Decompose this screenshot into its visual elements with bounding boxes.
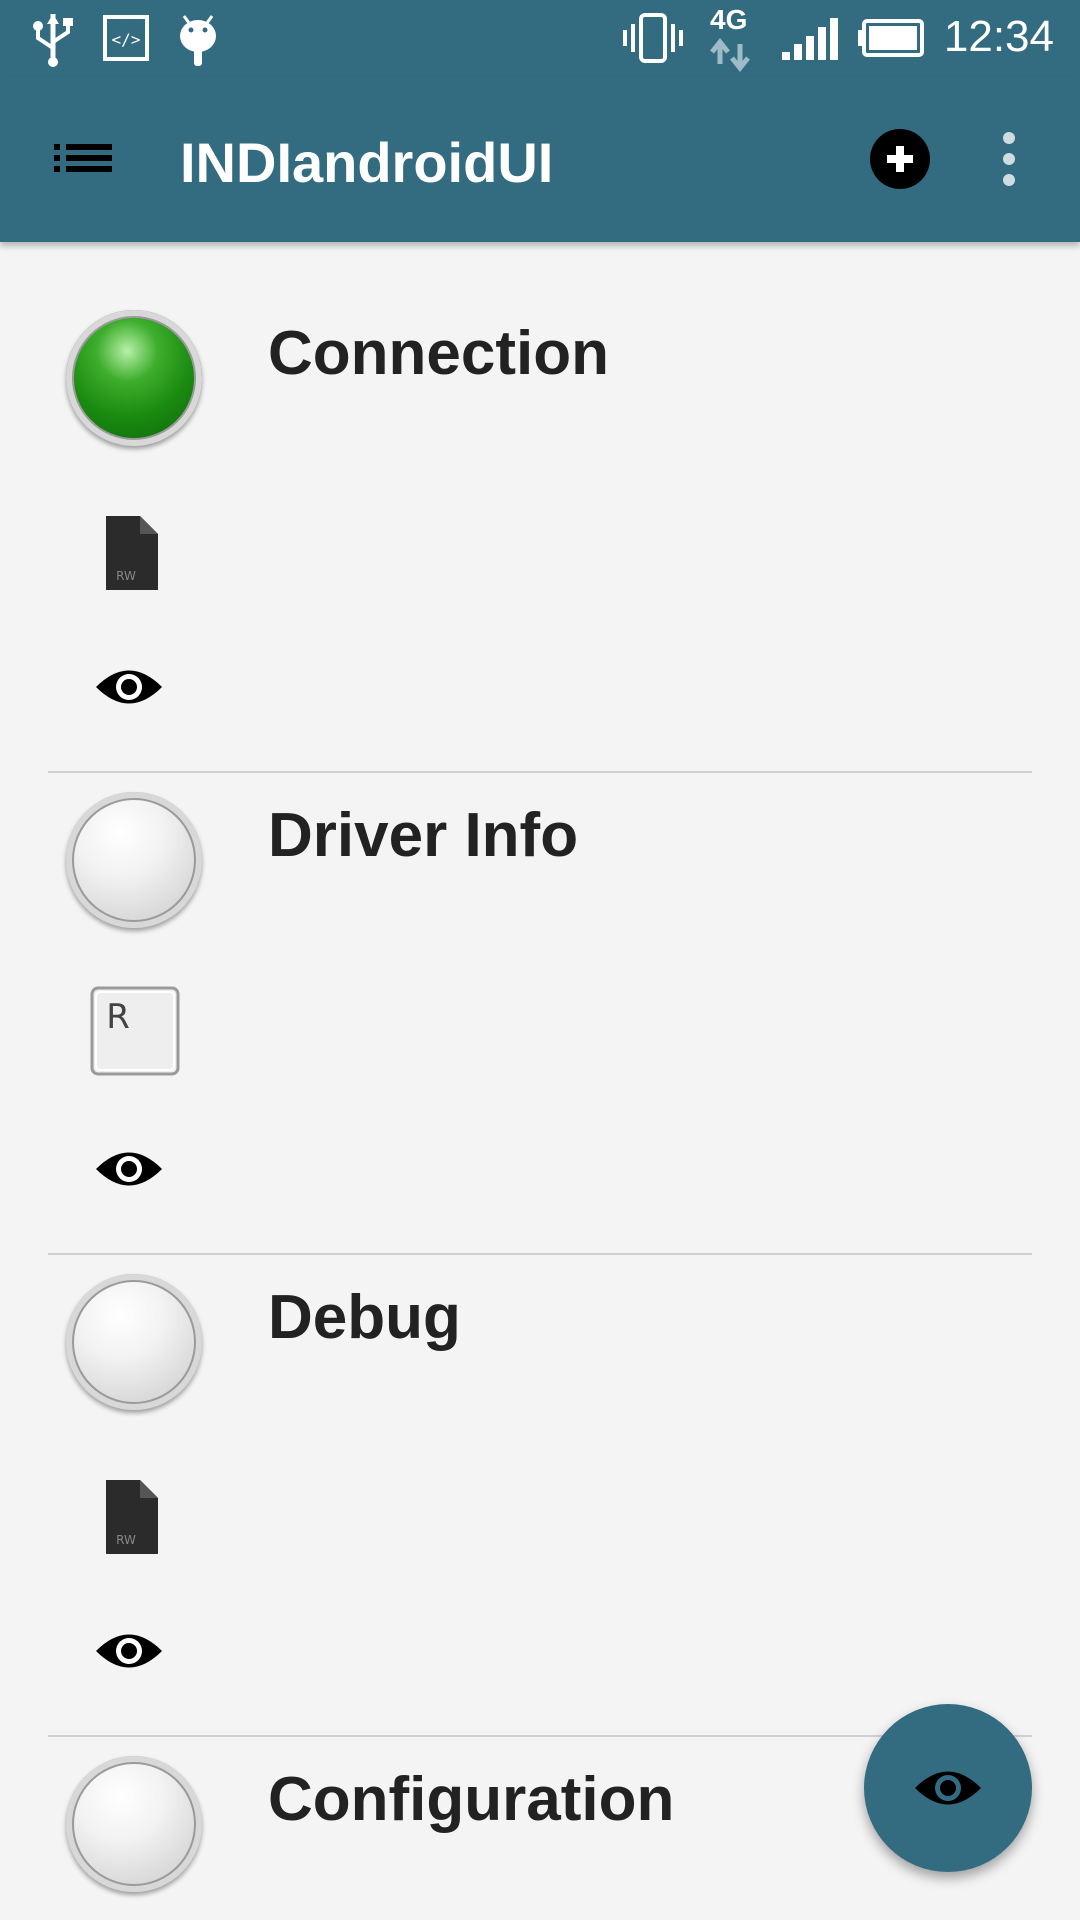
- state-light-idle-icon: [66, 1274, 202, 1410]
- group-label: Configuration: [268, 1765, 675, 1834]
- list-item-debug[interactable]: Debug RW: [0, 1206, 1080, 1688]
- permission-r-icon: R: [88, 984, 182, 1085]
- vibrate-icon: [622, 12, 684, 69]
- state-light-idle-icon: [66, 792, 202, 928]
- group-label: Connection: [268, 319, 609, 388]
- signal-icon: [780, 16, 840, 67]
- add-circle-icon[interactable]: [869, 128, 931, 195]
- android-icon: [176, 10, 220, 73]
- app-title: INDIandroidUI: [180, 131, 554, 194]
- code-icon: </>: [102, 14, 150, 67]
- more-vert-icon[interactable]: [994, 128, 1024, 195]
- battery-icon: [856, 18, 926, 63]
- list-item-driver-info[interactable]: Driver Info R: [0, 724, 1080, 1206]
- clock: 12:34: [943, 12, 1054, 61]
- usb-icon: [28, 10, 78, 73]
- svg-text:RW: RW: [116, 1533, 136, 1547]
- svg-text:RW: RW: [116, 569, 136, 583]
- network-4g-icon: 4G: [706, 4, 756, 74]
- eye-icon[interactable]: [94, 1146, 164, 1197]
- status-bar: </> 4G 12:34: [0, 0, 1080, 78]
- state-light-ok-icon: [66, 310, 202, 446]
- group-label: Debug: [268, 1283, 461, 1352]
- group-label: Driver Info: [268, 801, 579, 870]
- eye-icon[interactable]: [94, 1628, 164, 1679]
- show-properties-fab[interactable]: [864, 1704, 1032, 1872]
- list-icon[interactable]: [52, 138, 114, 183]
- list-item-connection[interactable]: Connection RW: [0, 242, 1080, 724]
- svg-text:</>: </>: [112, 30, 141, 49]
- app-toolbar: INDIandroidUI: [0, 78, 1080, 242]
- permission-rw-icon: RW: [96, 512, 166, 599]
- eye-icon[interactable]: [94, 664, 164, 715]
- svg-text:R: R: [106, 997, 130, 1037]
- permission-rw-icon: RW: [96, 1476, 166, 1563]
- network-type-label: 4G: [710, 4, 748, 35]
- state-light-idle-icon: [66, 1756, 202, 1892]
- eye-icon: [915, 1771, 981, 1805]
